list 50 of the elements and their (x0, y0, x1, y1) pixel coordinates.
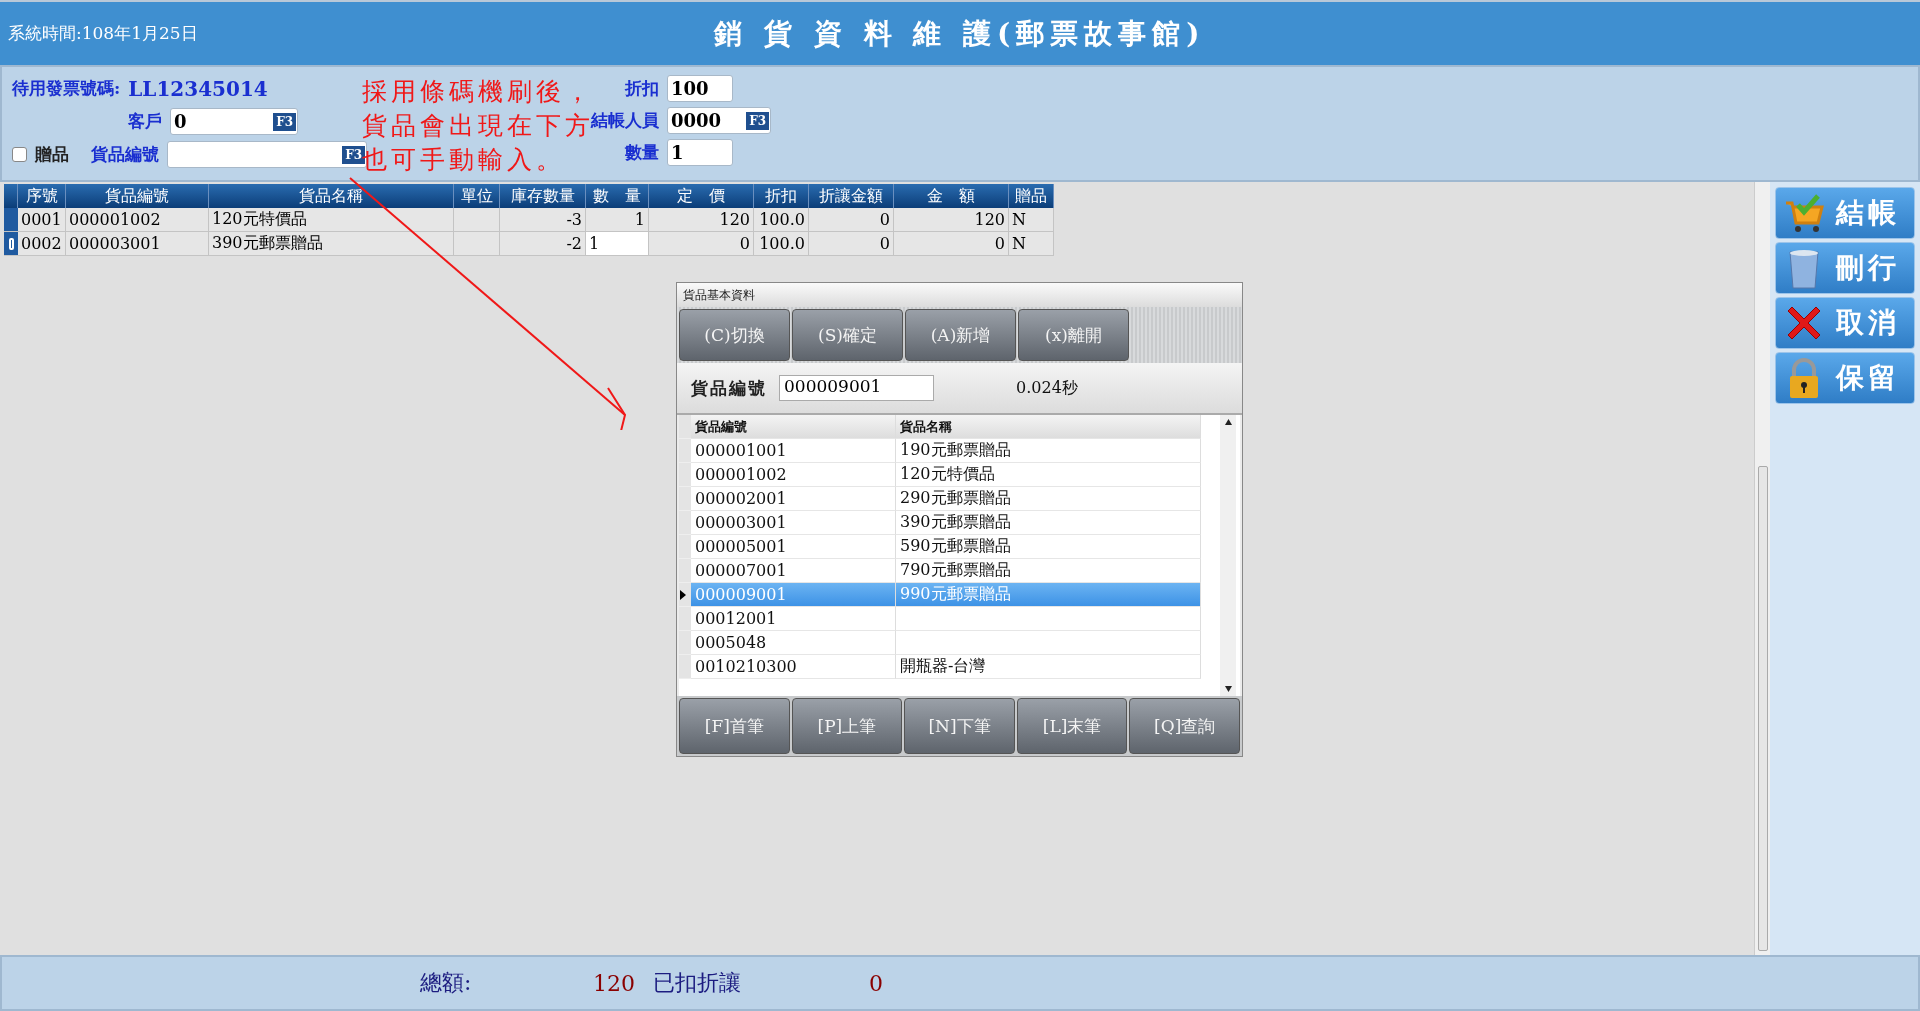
row-marker[interactable] (4, 232, 18, 256)
search-label: 貨品編號 (691, 376, 767, 400)
table-cell: 0002 (18, 232, 66, 256)
list-cell[interactable]: 開瓶器-台灣 (896, 655, 1201, 679)
invoice-label: 待用發票號碼: (12, 77, 121, 100)
cashier-field[interactable]: 0000 F3 (667, 107, 771, 134)
row-marker[interactable] (4, 208, 18, 232)
table-cell: 0 (649, 232, 754, 256)
search-field[interactable]: 000009001 (779, 375, 934, 401)
discount-field[interactable]: 100 (667, 75, 733, 102)
table-cell: 000003001 (66, 232, 209, 256)
nav-button[interactable]: [Q]查詢 (1129, 698, 1240, 754)
customer-label: 客戶 (127, 110, 162, 133)
discount-total-value: 0 (868, 970, 883, 996)
table-cell: 0 (894, 232, 1009, 256)
toolbar-button[interactable]: (x)離開 (1018, 309, 1129, 361)
table-cell: N (1009, 232, 1054, 256)
customer-field[interactable]: 0 F3 (170, 108, 298, 135)
scrollbar[interactable] (1754, 182, 1770, 955)
table-cell: 0 (809, 232, 894, 256)
current-row-icon (679, 588, 687, 601)
quantity-field[interactable]: 1 (667, 139, 733, 166)
scrollbar[interactable] (1220, 415, 1236, 696)
window-title: 銷 貨 資 料 維 護(郵票故事館) (714, 15, 1206, 52)
elapsed-time: 0.024秒 (1016, 377, 1078, 399)
toolbar-button[interactable]: (C)切換 (679, 309, 790, 361)
header-corner (679, 415, 691, 439)
discount-label: 折扣 (623, 77, 659, 100)
scroll-down-icon[interactable] (1224, 686, 1232, 692)
quantity-label: 數量 (624, 141, 659, 164)
total-value: 120 (592, 970, 635, 996)
table-cell (454, 232, 500, 256)
table-cell: 390元郵票贈品 (209, 232, 454, 256)
discount-total-label: 已扣折讓 (653, 969, 742, 997)
nav-button[interactable]: [P]上筆 (791, 698, 903, 754)
table-cell: 100.0 (754, 232, 809, 256)
gift-label: 贈品 (35, 143, 69, 166)
nav-button[interactable]: [L]末筆 (1016, 698, 1128, 754)
dialog-title: 貨品基本資料 (677, 283, 1242, 307)
invoice-number: LL12345014 (128, 76, 268, 101)
toolbar-button[interactable]: (S)確定 (792, 309, 903, 361)
product-code-label: 貨品編號 (90, 143, 159, 166)
total-label: 總額: (420, 969, 473, 997)
system-time: 系統時間:108年1月25日 (8, 22, 199, 45)
row-header[interactable] (679, 583, 691, 607)
quantity-input[interactable]: 1 (586, 232, 649, 256)
toolbar-button[interactable]: (A)新增 (905, 309, 1016, 361)
list-cell[interactable]: 0010210300 (691, 655, 896, 679)
scroll-up-icon[interactable] (1224, 419, 1232, 425)
gift-checkbox[interactable] (12, 147, 27, 162)
